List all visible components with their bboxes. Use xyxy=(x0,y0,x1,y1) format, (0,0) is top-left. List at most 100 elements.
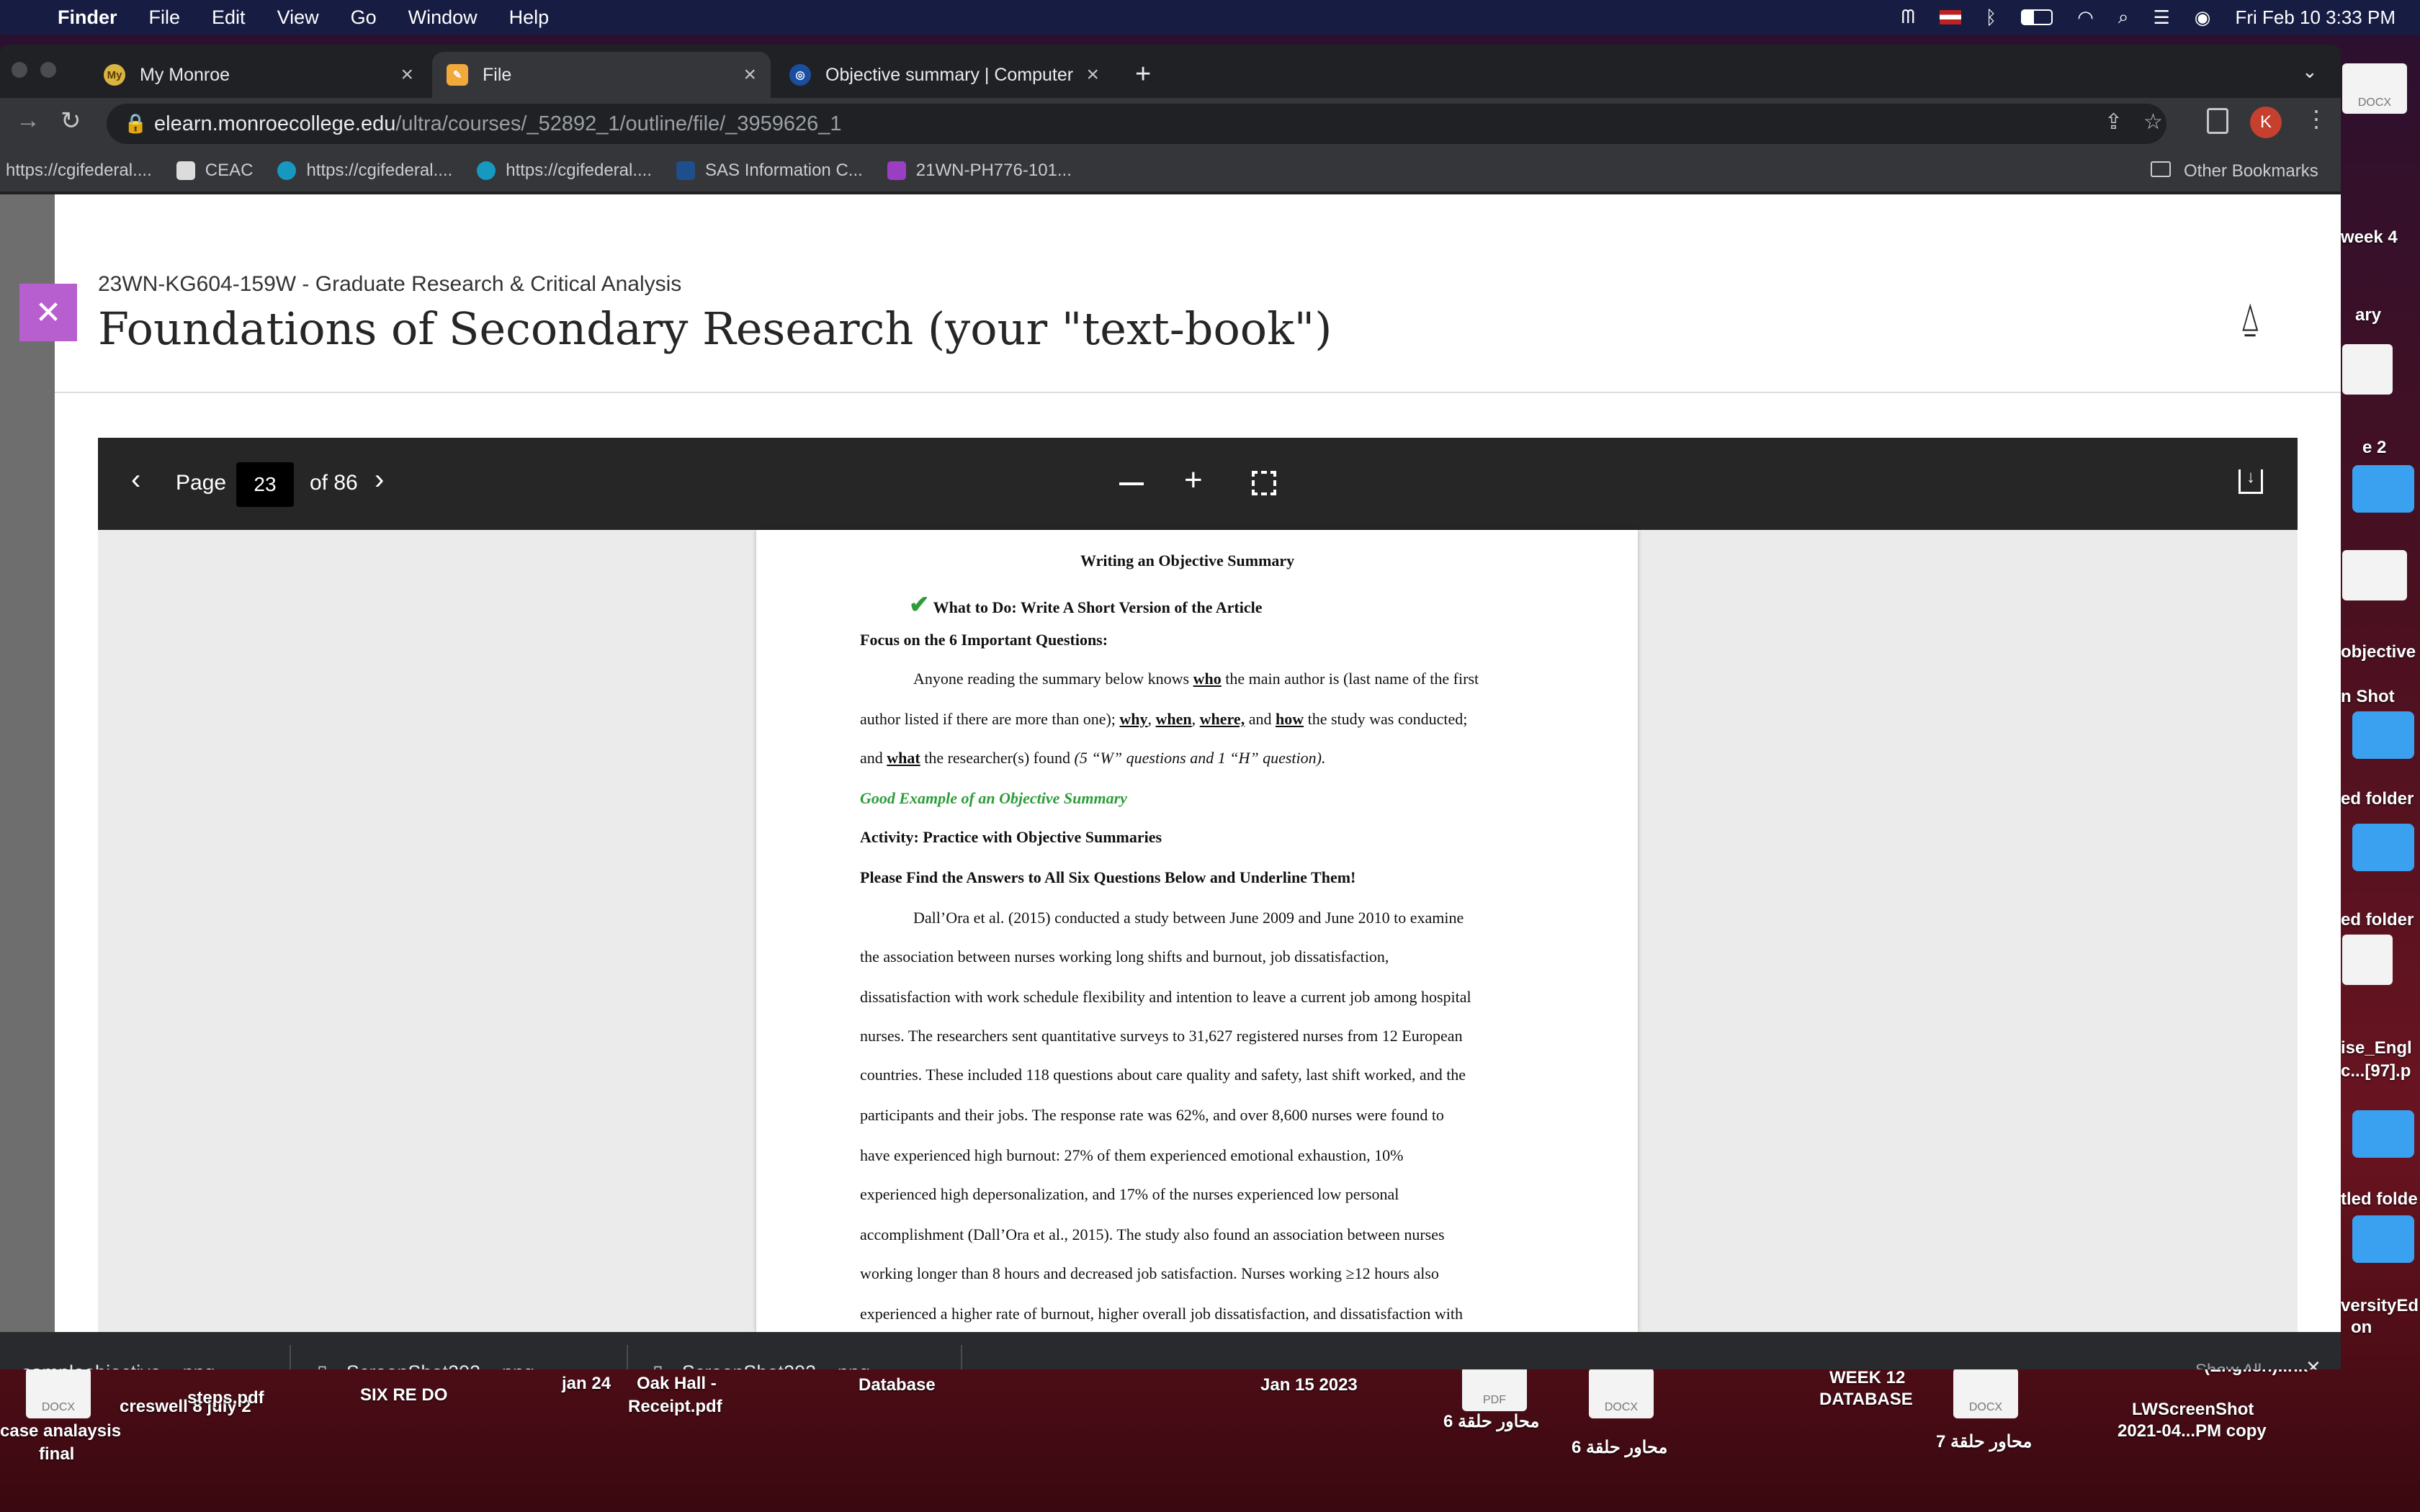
share-icon[interactable]: ⇪ xyxy=(2105,109,2123,135)
reload-icon[interactable]: ↻ xyxy=(60,107,81,135)
desktop-label-receipt[interactable]: Receipt.pdf xyxy=(628,1397,722,1417)
docx-file-icon[interactable]: DOCX xyxy=(2342,63,2407,114)
battery-icon[interactable] xyxy=(2021,9,2053,25)
divider xyxy=(290,1345,291,1369)
desktop-label-e2[interactable]: e 2 xyxy=(2362,438,2386,458)
tab-search-chevron-icon[interactable]: ⌄ xyxy=(2302,60,2318,83)
bookmark-star-icon[interactable]: ☆ xyxy=(2143,109,2163,135)
folder-icon[interactable] xyxy=(2352,465,2414,513)
bookmark-item[interactable]: 21WN-PH776-101... xyxy=(887,161,1072,181)
malwarebytes-icon[interactable]: ᗰ xyxy=(1901,6,1915,29)
folder-icon-2[interactable] xyxy=(2352,711,2414,759)
tab-file[interactable]: ✎ File × xyxy=(432,52,771,98)
close-shelf-icon[interactable]: × xyxy=(2306,1354,2321,1369)
siri-icon[interactable]: ◉ xyxy=(2195,6,2211,29)
desktop-label-week12[interactable]: WEEK 12 xyxy=(1829,1368,1905,1388)
control-center-icon[interactable]: ☰ xyxy=(2153,6,2169,29)
bluetooth-icon[interactable]: ᛒ xyxy=(1986,6,1997,29)
bookmark-item[interactable]: SAS Information C... xyxy=(676,161,863,181)
download-icon[interactable]: ↓ xyxy=(2238,469,2263,494)
forward-arrow-icon[interactable]: → xyxy=(16,107,40,135)
download-item[interactable]: ▯ ScreenShot202....png ︿ xyxy=(653,1332,916,1370)
desktop-label-week4[interactable]: week 4 xyxy=(2341,228,2398,248)
chevron-up-icon[interactable]: ︿ xyxy=(899,1360,916,1370)
show-all-button[interactable]: Show All xyxy=(2195,1361,2262,1369)
docx-file-icon-5[interactable]: DOCX xyxy=(1953,1368,2018,1418)
desktop-label-versity[interactable]: versityEd xyxy=(2341,1296,2419,1316)
desktop-label-ary[interactable]: ary xyxy=(2355,305,2381,325)
docx-file-icon-3[interactable]: DOCX xyxy=(26,1368,91,1418)
docx-file-icon-2[interactable] xyxy=(2342,344,2393,395)
tab-my-monroe[interactable]: My My Monroe × xyxy=(89,52,428,98)
desktop-label-arabic6a[interactable]: محاور حلقة 6 xyxy=(1443,1411,1539,1432)
profile-avatar[interactable]: K xyxy=(2250,107,2282,138)
desktop-label-on[interactable]: on xyxy=(2351,1318,2372,1338)
desktop-label-jan24[interactable]: jan 24 xyxy=(562,1374,611,1394)
menu-edit[interactable]: Edit xyxy=(212,6,246,29)
folder-icon-4[interactable] xyxy=(2352,1110,2414,1158)
previous-page-icon[interactable]: ‹ xyxy=(131,464,140,496)
download-item[interactable]: sampleobjective....png ︿ xyxy=(22,1332,261,1370)
desktop-label-sixre[interactable]: SIX RE DO xyxy=(360,1385,447,1405)
chevron-up-icon[interactable]: ︿ xyxy=(244,1360,261,1370)
desktop-label-lw2[interactable]: 2021-04...PM copy xyxy=(2118,1421,2267,1441)
spotlight-icon[interactable]: ⌕ xyxy=(2118,6,2129,29)
desktop-label-shot[interactable]: n Shot xyxy=(2341,687,2395,707)
menu-app-name[interactable]: Finder xyxy=(58,6,117,29)
zoom-in-icon[interactable]: + xyxy=(1184,462,1203,498)
tab-close-icon[interactable]: × xyxy=(743,63,756,87)
desktop-label-folder2[interactable]: ed folder xyxy=(2341,910,2414,930)
folder-icon-3[interactable] xyxy=(2352,824,2414,871)
zoom-out-icon[interactable] xyxy=(1119,482,1144,485)
desktop-label-steps[interactable]: steps.pdf xyxy=(187,1388,264,1408)
bookmark-item[interactable]: CEAC xyxy=(176,161,253,181)
close-panel-button[interactable]: ✕ xyxy=(19,284,77,341)
desktop-label-jan15[interactable]: Jan 15 2023 xyxy=(1260,1375,1358,1395)
tab-close-icon[interactable]: × xyxy=(400,63,413,87)
desktop-label-database[interactable]: Database xyxy=(859,1375,936,1395)
flag-icon[interactable] xyxy=(1939,10,1961,24)
desktop-label-folder3[interactable]: tled folde xyxy=(2341,1189,2418,1210)
desktop-label-arabic6b[interactable]: محاور حلقة 6 xyxy=(1572,1437,1667,1458)
image-file-icon[interactable] xyxy=(2342,550,2407,600)
window-close-button[interactable] xyxy=(12,62,27,78)
wifi-icon[interactable]: ◠ xyxy=(2077,6,2094,29)
menu-help[interactable]: Help xyxy=(509,6,550,29)
address-bar[interactable]: 🔒 elearn.monroecollege.edu/ultra/courses… xyxy=(107,104,2166,144)
desktop-label-case[interactable]: case analaysis xyxy=(0,1421,121,1441)
accessibility-icon[interactable]: ⍙ xyxy=(2238,295,2262,341)
desktop-label-lw1[interactable]: LWScreenShot xyxy=(2132,1400,2254,1420)
pdf-file-icon[interactable] xyxy=(2342,935,2393,985)
desktop-label-folder1[interactable]: ed folder xyxy=(2341,789,2414,809)
download-item[interactable]: ▯ ScreenShot202....png ︿ xyxy=(317,1332,581,1370)
new-tab-plus-icon[interactable]: + xyxy=(1135,59,1151,90)
desktop-label-engl[interactable]: ise_Engl xyxy=(2341,1038,2412,1058)
tab-close-icon[interactable]: × xyxy=(1086,63,1099,87)
bookmark-item[interactable]: https://cgifederal.... xyxy=(277,161,452,181)
browser-menu-icon[interactable]: ⋮ xyxy=(2305,105,2328,132)
desktop-label-week12b[interactable]: DATABASE xyxy=(1819,1390,1913,1410)
desktop-label-final[interactable]: final xyxy=(39,1444,74,1464)
page-number-input[interactable]: 23 xyxy=(236,462,294,507)
bookmark-item[interactable]: https://cgifederal.... xyxy=(477,161,652,181)
menu-go[interactable]: Go xyxy=(351,6,377,29)
tab-objective-summary[interactable]: ◎ Objective summary | Computer × xyxy=(775,52,1113,98)
next-page-icon[interactable]: › xyxy=(375,464,384,496)
url-host: elearn.monroecollege.edu xyxy=(154,112,396,135)
desktop-label-objective[interactable]: objective xyxy=(2341,642,2416,662)
menu-window[interactable]: Window xyxy=(408,6,478,29)
fullscreen-icon[interactable] xyxy=(1252,471,1276,495)
desktop-label-oakhall[interactable]: Oak Hall - xyxy=(637,1374,717,1394)
clock[interactable]: Fri Feb 10 3:33 PM xyxy=(2235,6,2396,29)
docx-file-icon-4[interactable]: DOCX xyxy=(1589,1368,1654,1418)
window-minimize-button[interactable] xyxy=(40,62,56,78)
folder-icon-5[interactable] xyxy=(2352,1215,2414,1263)
menu-file[interactable]: File xyxy=(149,6,181,29)
bookmark-item[interactable]: https://cgifederal.... xyxy=(6,161,152,181)
desktop-label-c97[interactable]: c...[97].p xyxy=(2341,1061,2411,1081)
desktop-label-arabic7[interactable]: محاور حلقة 7 xyxy=(1936,1431,2032,1452)
chevron-up-icon[interactable]: ︿ xyxy=(563,1360,581,1370)
other-bookmarks[interactable]: Other Bookmarks xyxy=(2184,161,2318,181)
side-panel-icon[interactable] xyxy=(2207,108,2228,134)
menu-view[interactable]: View xyxy=(277,6,319,29)
